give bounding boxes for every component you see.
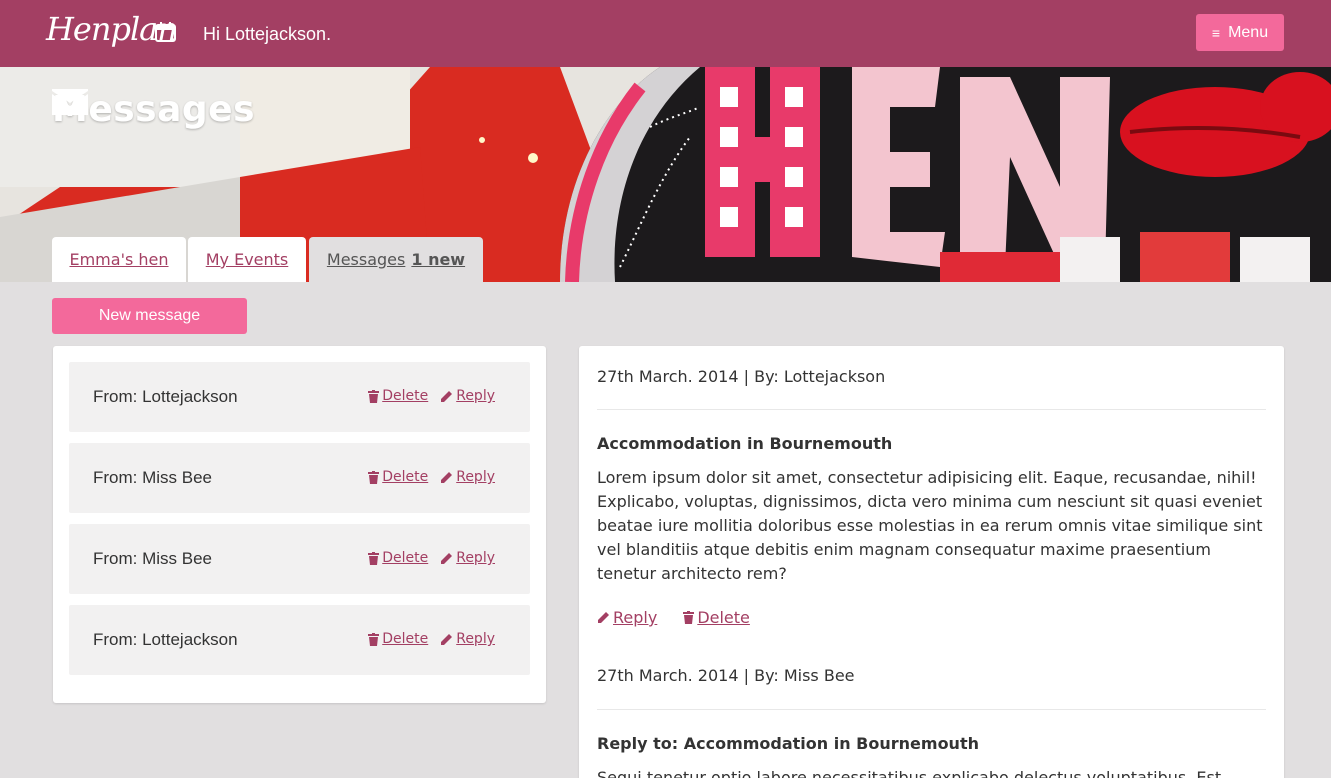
pencil-icon — [441, 471, 453, 483]
tab-emmas-hen[interactable]: Emma's hen — [52, 237, 186, 282]
reply-link[interactable]: Reply — [440, 550, 495, 566]
page-heading: Messages — [52, 89, 255, 130]
new-count-badge: 1 new — [411, 250, 466, 269]
message-body: Sequi tenetur optio labore necessitatibu… — [597, 768, 1222, 778]
delete-link[interactable]: Delete — [368, 469, 428, 485]
message-meta: 27th March. 2014 | By: Lottejackson — [597, 367, 886, 386]
delete-link[interactable]: Delete — [368, 631, 428, 647]
divider — [597, 709, 1266, 710]
calendar-icon — [155, 22, 176, 42]
greeting: Hi Lottejackson. — [203, 24, 332, 44]
trash-icon — [368, 389, 380, 403]
message-detail-actions: Reply Delete — [597, 608, 750, 627]
top-bar: Henplan Hi Lottejackson. ≡ Menu — [0, 0, 1331, 67]
new-message-button[interactable]: New message — [52, 298, 247, 334]
message-actions: Delete Reply — [368, 631, 495, 647]
reply-link[interactable]: Reply — [597, 608, 657, 627]
trash-icon — [368, 551, 380, 565]
message-subject: Reply to: Accommodation in Bournemouth — [597, 734, 979, 753]
message-body: Lorem ipsum dolor sit amet, consectetur … — [597, 468, 1263, 583]
pencil-icon — [441, 633, 453, 645]
delete-link[interactable]: Delete — [368, 388, 428, 404]
message-actions: Delete Reply — [368, 469, 495, 485]
hamburger-icon: ≡ — [1211, 24, 1221, 41]
reply-link[interactable]: Reply — [440, 388, 495, 404]
message-list: From: Lottejackson Delete Reply From: Mi… — [53, 346, 546, 703]
trash-icon — [683, 611, 695, 624]
message-actions: Delete Reply — [368, 550, 495, 566]
delete-link[interactable]: Delete — [683, 608, 750, 627]
tab-messages[interactable]: Messages 1 new — [309, 237, 483, 282]
message-thread: 27th March. 2014 | By: Lottejackson Acco… — [579, 346, 1284, 778]
trash-icon — [368, 470, 380, 484]
menu-label: Menu — [1228, 23, 1269, 41]
pencil-icon — [598, 612, 609, 623]
pencil-icon — [441, 390, 453, 402]
list-item[interactable]: From: Miss Bee Delete Reply — [69, 524, 530, 594]
trash-icon — [368, 632, 380, 646]
reply-link[interactable]: Reply — [440, 469, 495, 485]
list-item[interactable]: From: Lottejackson Delete Reply — [69, 362, 530, 432]
pencil-icon — [441, 552, 453, 564]
message-meta: 27th March. 2014 | By: Miss Bee — [597, 666, 855, 685]
message-sender: From: Lottejackson — [93, 630, 238, 649]
tab-my-events[interactable]: My Events — [188, 237, 306, 282]
list-item[interactable]: From: Lottejackson Delete Reply — [69, 605, 530, 675]
list-item[interactable]: From: Miss Bee Delete Reply — [69, 443, 530, 513]
message-sender: From: Lottejackson — [93, 387, 238, 406]
divider — [597, 409, 1266, 410]
reply-link[interactable]: Reply — [440, 631, 495, 647]
tab-messages-label: Messages — [326, 250, 406, 269]
menu-button[interactable]: ≡ Menu — [1196, 14, 1284, 51]
message-subject: Accommodation in Bournemouth — [597, 434, 893, 453]
message-sender: From: Miss Bee — [93, 468, 213, 487]
message-sender: From: Miss Bee — [93, 549, 213, 568]
delete-link[interactable]: Delete — [368, 550, 428, 566]
message-actions: Delete Reply — [368, 388, 495, 404]
envelope-icon — [52, 89, 88, 115]
